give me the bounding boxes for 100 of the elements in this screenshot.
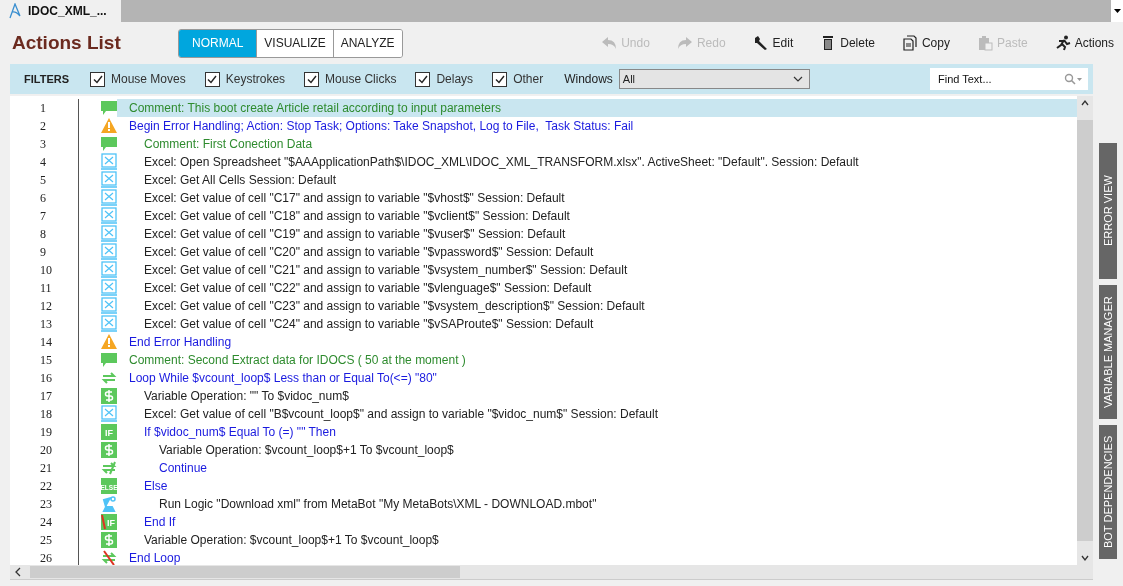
- line-number: 14: [40, 334, 52, 350]
- line-number: 10: [40, 262, 52, 278]
- windows-label: Windows: [564, 72, 613, 86]
- check-icon: [306, 74, 317, 84]
- speech-bubble-icon: [101, 352, 117, 368]
- line-number: 8: [40, 226, 46, 242]
- line-number: 24: [40, 514, 52, 530]
- toolbar-button[interactable]: Copy: [883, 35, 959, 51]
- action-row[interactable]: Variable Operation: "" To $vidoc_num$: [117, 387, 1077, 405]
- action-text: Excel: Get value of cell "C20" and assign to variable "$vpassword$" Session: Default: [144, 245, 594, 259]
- line-number: 6: [40, 190, 46, 206]
- spreadsheet-icon: [101, 315, 117, 333]
- checkbox-label[interactable]: Keystrokes: [225, 72, 286, 86]
- dollar-icon: [101, 442, 117, 458]
- spreadsheet-icon: [101, 207, 117, 225]
- action-row[interactable]: If $vidoc_num$ Equal To (=) "" Then: [117, 423, 1077, 441]
- action-text: End Error Handling: [129, 335, 232, 349]
- action-row[interactable]: Else: [117, 477, 1077, 495]
- search-field[interactable]: Find Text...: [930, 68, 1088, 90]
- spreadsheet-icon: [101, 297, 117, 315]
- checkbox[interactable]: [304, 71, 320, 87]
- line-number: 17: [40, 388, 52, 404]
- spreadsheet-icon: [101, 405, 117, 423]
- action-row[interactable]: Continue: [117, 459, 1077, 477]
- view-mode-tab[interactable]: VISUALIZE: [256, 29, 333, 57]
- spreadsheet-icon: [101, 243, 117, 261]
- line-number: 9: [40, 244, 46, 260]
- action-text: Excel: Get value of cell "C23" and assign to variable "$vsystem_description$" Session: Default: [144, 299, 645, 313]
- checkbox-label[interactable]: Mouse Clicks: [325, 72, 397, 86]
- action-text: Else: [144, 479, 168, 493]
- action-row[interactable]: Excel: Get value of cell "C23" and assign to variable "$vsystem_description$" Session: Default: [117, 297, 1077, 315]
- action-text: Begin Error Handling; Action: Stop Task; Options: Take Snapshot, Log to File, Task Status: Fail: [129, 119, 634, 133]
- checkbox-label[interactable]: Delays: [436, 72, 474, 86]
- checkbox[interactable]: [204, 71, 220, 87]
- line-number: 5: [40, 172, 46, 188]
- spreadsheet-icon: [101, 225, 117, 243]
- toolbar-button[interactable]: Delete: [802, 35, 884, 51]
- line-number: 18: [40, 406, 52, 422]
- toolbar-button[interactable]: Actions: [1036, 35, 1123, 51]
- vertical-scrollbar[interactable]: [1077, 96, 1093, 565]
- action-text: Variable Operation: "" To $vidoc_num$: [144, 389, 349, 403]
- spreadsheet-icon: [101, 261, 117, 279]
- toolbar-button[interactable]: Edit: [734, 35, 803, 51]
- checkbox-label[interactable]: Other: [513, 72, 544, 86]
- action-row[interactable]: Excel: Get value of cell "C20" and assign to variable "$vpassword$" Session: Default: [117, 243, 1077, 261]
- robot-arm-icon: [101, 496, 117, 512]
- action-row[interactable]: Excel: Get value of cell "C22" and assign to variable "$vlenguage$" Session: Default: [117, 279, 1077, 297]
- action-text: Excel: Get value of cell "C17" and assign to variable "$vhost$" Session: Default: [144, 191, 565, 205]
- action-row[interactable]: Loop While $vcount_loop$ Less than or Equal To(<=) "80": [117, 369, 1077, 387]
- check-icon: [417, 74, 428, 84]
- spreadsheet-icon: [101, 171, 117, 189]
- line-number: 2: [40, 118, 46, 134]
- side-panel-tab[interactable]: BOT DEPENDENCIES: [1099, 425, 1117, 559]
- action-text: Comment: First Conection Data: [144, 137, 313, 151]
- windows-dropdown[interactable]: All: [618, 69, 810, 89]
- checkbox[interactable]: [415, 71, 431, 87]
- action-row[interactable]: Excel: Get value of cell "B$vcount_loop$" and assign to variable "$vidoc_num$" Session: Default: [117, 405, 1077, 423]
- horizontal-scrollbar[interactable]: [10, 565, 1093, 579]
- checkbox[interactable]: [492, 71, 508, 87]
- action-row[interactable]: Excel: Get value of cell "C24" and assign to variable "$vSAProute$" Session: Default: [117, 315, 1077, 333]
- line-number: 19: [40, 424, 52, 440]
- search-icon: [1064, 73, 1082, 85]
- crossed-if-icon: IF: [101, 514, 117, 530]
- action-row[interactable]: Variable Operation: $vcount_loop$+1 To $vcount_loop$: [117, 531, 1077, 549]
- tab-list-button[interactable]: [1111, 0, 1123, 22]
- action-text: Excel: Get value of cell "C18" and assign to variable "$vclient$" Session: Default: [144, 209, 570, 223]
- action-text: Excel: Get value of cell "B$vcount_loop$" and assign to variable "$vidoc_num$" Session: Default: [144, 407, 658, 421]
- action-row[interactable]: End If: [117, 513, 1077, 531]
- scroll-left-icon[interactable]: [14, 567, 22, 577]
- spreadsheet-icon: [101, 153, 117, 171]
- side-panel-tab[interactable]: ERROR VIEW: [1099, 143, 1117, 279]
- action-row[interactable]: Begin Error Handling; Action: Stop Task; Options: Take Snapshot, Log to File, Task Status: Fail: [117, 117, 1077, 135]
- line-number: 15: [40, 352, 52, 368]
- action-row[interactable]: Excel: Get All Cells Session: Default: [117, 171, 1077, 189]
- side-panel-tab[interactable]: VARIABLE MANAGER: [1099, 285, 1117, 419]
- action-row[interactable]: Excel: Get value of cell "C21" and assign to variable "$vsystem_number$" Session: Default: [117, 261, 1077, 279]
- action-row[interactable]: Excel: Get value of cell "C18" and assign to variable "$vclient$" Session: Default: [117, 207, 1077, 225]
- action-row[interactable]: Comment: First Conection Data: [117, 135, 1077, 153]
- view-mode-tab[interactable]: ANALYZE: [332, 29, 402, 57]
- action-row[interactable]: Variable Operation: $vcount_loop$+1 To $vcount_loop$: [117, 441, 1077, 459]
- action-row[interactable]: Run Logic "Download xml" from MetaBot "My MetaBots\XML - DOWNLOAD.mbot": [117, 495, 1077, 513]
- action-text: Excel: Open Spreadsheet "$AAApplicationPath$\IDOC_XML\IDOC_XML_TRANSFORM.xlsx". ActiveSheet: "Default". Session: Default: [144, 155, 859, 169]
- redo-icon: [676, 35, 693, 51]
- action-row[interactable]: End Loop: [117, 549, 1077, 565]
- arrows-icon: [101, 460, 117, 476]
- line-number: 1: [40, 100, 46, 116]
- warning-icon: [101, 118, 117, 134]
- checkbox-label[interactable]: Mouse Moves: [111, 72, 186, 86]
- line-number: 26: [40, 550, 52, 565]
- line-number: 20: [40, 442, 52, 458]
- action-row[interactable]: Excel: Open Spreadsheet "$AAApplicationPath$\IDOC_XML\IDOC_XML_TRANSFORM.xlsx". ActiveSheet: "Default". Session: Default: [117, 153, 1077, 171]
- action-row[interactable]: End Error Handling: [117, 333, 1077, 351]
- action-row[interactable]: Excel: Get value of cell "C17" and assign to variable "$vhost$" Session: Default: [117, 189, 1077, 207]
- action-row[interactable]: Comment: Second Extract data for IDOCS ( 50 at the moment ): [117, 351, 1077, 369]
- action-row[interactable]: Excel: Get value of cell "C19" and assign to variable "$vuser$" Session: Default: [117, 225, 1077, 243]
- line-number: 16: [40, 370, 52, 386]
- action-text: Continue: [159, 461, 208, 475]
- document-tab[interactable]: IDOC_XML_...: [0, 0, 121, 22]
- checkbox[interactable]: [90, 71, 105, 87]
- speech-bubble-icon: [101, 136, 117, 152]
